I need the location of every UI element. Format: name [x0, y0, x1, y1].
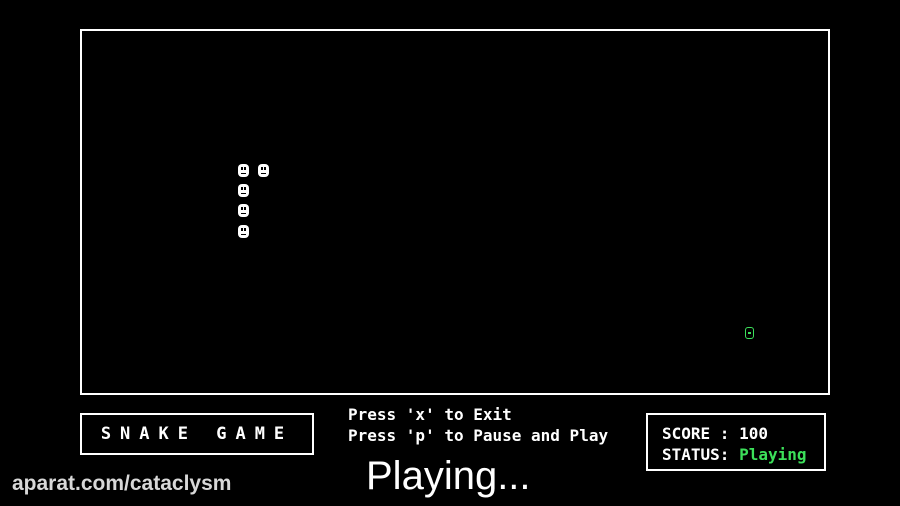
food-item: [745, 327, 754, 339]
status-value: Playing: [739, 445, 807, 464]
status-caption: Playing...: [366, 454, 531, 498]
watermark: aparat.com/cataclysm: [12, 472, 232, 495]
snake-segment: [238, 184, 249, 197]
snake-segment: [238, 225, 249, 238]
snake-segment: [238, 204, 249, 217]
exit-instruction: Press 'x' to Exit: [348, 405, 512, 424]
instructions-panel: Press 'x' to Exit Press 'p' to Pause and…: [348, 404, 608, 446]
score-value: 100: [739, 424, 768, 443]
game-title-box: SNAKE GAME: [80, 413, 314, 455]
game-title: SNAKE GAME: [100, 424, 294, 444]
score-status-box: SCORE : 100 STATUS: Playing: [646, 413, 826, 471]
snake-segment: [258, 164, 269, 177]
pause-instruction: Press 'p' to Pause and Play: [348, 426, 609, 445]
play-field: [80, 29, 830, 395]
score-label: SCORE :: [662, 424, 740, 443]
snake-segment: [238, 164, 249, 177]
status-label: STATUS:: [662, 445, 740, 464]
